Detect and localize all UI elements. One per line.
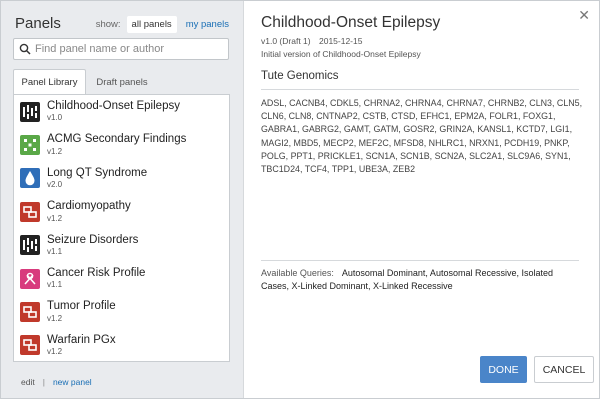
panels-sidebar: Panels show: all panels my panels Panel … bbox=[1, 1, 244, 398]
available-queries: Available Queries: Autosomal Dominant, A… bbox=[261, 267, 583, 293]
panel-version: v1.1 bbox=[47, 247, 63, 256]
heart-link-icon bbox=[20, 201, 40, 222]
gene-list: ADSL, CACNB4, CDKL5, CHRNA2, CHRNA4, CHR… bbox=[261, 98, 583, 175]
panel-version-label: v1.0 (Draft 1) bbox=[261, 36, 311, 46]
panel-list: Childhood-Onset Epilepsy v1.0 ACMG Second… bbox=[13, 94, 230, 362]
panel-name: Seizure Disorders bbox=[47, 233, 139, 246]
list-item[interactable]: Cancer Risk Profile v1.1 bbox=[14, 262, 229, 295]
panel-version: v2.0 bbox=[47, 180, 63, 190]
list-item[interactable]: Cardiomyopathy v1.2 bbox=[14, 195, 229, 228]
sidebar-footer: edit | new panel bbox=[21, 377, 92, 387]
show-label: show: bbox=[95, 19, 121, 30]
list-item[interactable]: Childhood-Onset Epilepsy v1.0 bbox=[14, 95, 229, 128]
panel-search-box[interactable] bbox=[13, 38, 229, 60]
brain-signal-icon bbox=[20, 101, 40, 122]
panel-version: v1.1 bbox=[47, 280, 63, 290]
edit-link[interactable]: edit bbox=[21, 377, 35, 387]
heart-link-icon bbox=[20, 302, 40, 323]
panel-version: v1.0 bbox=[47, 113, 63, 123]
list-item[interactable]: ACMG Secondary Findings v1.2 bbox=[14, 128, 229, 161]
brain-signal-icon bbox=[20, 235, 40, 256]
panel-name: Childhood-Onset Epilepsy bbox=[47, 99, 180, 112]
show-all-panels-option[interactable]: all panels bbox=[126, 16, 177, 33]
panel-date: 2015-12-15 bbox=[318, 36, 363, 46]
panel-version: v1.2 bbox=[47, 313, 63, 323]
search-input[interactable] bbox=[35, 43, 225, 55]
panel-name: ACMG Secondary Findings bbox=[47, 133, 187, 146]
done-button[interactable]: DONE bbox=[480, 356, 527, 383]
panel-version: v1.2 bbox=[47, 213, 63, 223]
cancel-button[interactable]: CANCEL bbox=[534, 356, 594, 383]
panel-version: v1.2 bbox=[47, 146, 63, 156]
panel-dialog: Panels show: all panels my panels Panel … bbox=[0, 0, 600, 399]
panels-title: Panels bbox=[15, 15, 61, 32]
panel-version: v1.2 bbox=[47, 347, 63, 357]
drop-icon bbox=[20, 168, 40, 189]
panel-description: Initial version of Childhood-Onset Epile… bbox=[261, 49, 421, 59]
show-filter: show: all panels my panels bbox=[96, 16, 234, 33]
panel-name: Long QT Syndrome bbox=[47, 166, 148, 179]
panel-name: Cancer Risk Profile bbox=[47, 266, 146, 279]
list-item[interactable]: Long QT Syndrome v2.0 bbox=[14, 162, 229, 195]
footer-separator: | bbox=[42, 377, 45, 387]
ribbon-icon bbox=[20, 268, 40, 289]
divider bbox=[261, 89, 579, 90]
tab-draft-panels[interactable]: Draft panels bbox=[86, 69, 158, 95]
search-icon bbox=[19, 43, 31, 55]
panel-name: Warfarin PGx bbox=[47, 333, 116, 346]
list-item[interactable]: Seizure Disorders v1.1 bbox=[14, 229, 229, 262]
panel-tabs: Panel Library Draft panels bbox=[13, 69, 158, 95]
panel-name: Cardiomyopathy bbox=[47, 200, 131, 213]
divider bbox=[261, 260, 579, 261]
grid-cross-icon bbox=[20, 135, 40, 156]
close-icon[interactable]: ✕ bbox=[578, 7, 590, 24]
new-panel-link[interactable]: new panel bbox=[53, 377, 92, 387]
panel-title: Childhood-Onset Epilepsy bbox=[261, 14, 441, 31]
panel-name: Tumor Profile bbox=[47, 300, 116, 313]
queries-label: Available Queries: bbox=[261, 268, 334, 278]
panel-author: Tute Genomics bbox=[261, 70, 339, 82]
show-my-panels-option[interactable]: my panels bbox=[181, 16, 234, 33]
panel-meta: v1.0 (Draft 1) 2015-12-15 bbox=[261, 36, 368, 46]
heart-link-icon bbox=[20, 335, 40, 356]
tab-panel-library[interactable]: Panel Library bbox=[13, 69, 86, 95]
list-item[interactable]: Warfarin PGx v1.2 bbox=[14, 329, 229, 361]
list-item[interactable]: Tumor Profile v1.2 bbox=[14, 295, 229, 328]
